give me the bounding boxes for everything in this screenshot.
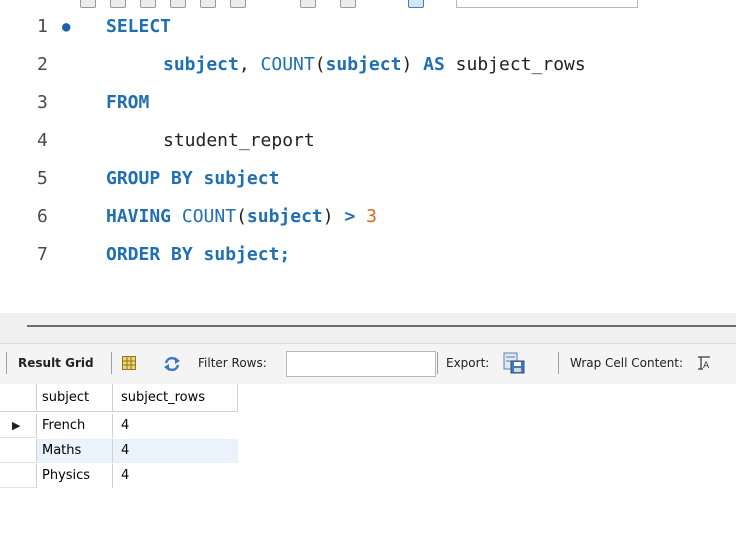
alias-name: subject_rows — [455, 54, 586, 75]
toolbar-limit-field[interactable] — [456, 0, 638, 8]
cell-subject-rows[interactable]: 4 — [113, 414, 238, 438]
column-header-subject-rows[interactable]: subject_rows — [113, 384, 238, 412]
panel-splitter[interactable] — [0, 313, 736, 343]
line-number: 1 — [37, 16, 48, 37]
toolbar-button[interactable] — [80, 0, 96, 8]
toolbar-button[interactable] — [170, 0, 186, 8]
sql-editor[interactable]: 1 ● SELECT 2 subject, COUNT(subject) AS … — [0, 8, 736, 313]
line-number: 3 — [37, 92, 48, 113]
line-number: 5 — [37, 168, 48, 189]
splitter-handle[interactable] — [27, 325, 736, 327]
current-row-arrow-icon: ▶ — [12, 419, 21, 432]
column-header-subject[interactable]: subject — [37, 384, 113, 412]
code-line: 4 student_report — [0, 126, 736, 156]
grid-layout-icon[interactable] — [122, 356, 136, 370]
table-row[interactable]: Maths 4 — [0, 439, 238, 463]
code-line: 1 ● SELECT — [0, 12, 736, 42]
keyword-group-by: GROUP BY — [106, 168, 193, 189]
grid-corner — [0, 384, 37, 412]
toolbar-separator — [437, 352, 438, 374]
code-line: 3 FROM — [0, 88, 736, 118]
keyword-having: HAVING — [106, 206, 172, 227]
toolbar-button[interactable] — [230, 0, 246, 8]
toolbar-button[interactable] — [340, 0, 356, 8]
column-subject: subject — [163, 54, 239, 75]
keyword-select: SELECT — [106, 16, 172, 37]
line-number: 7 — [37, 244, 48, 265]
filter-rows-label: Filter Rows: — [198, 356, 267, 370]
line-number: 6 — [37, 206, 48, 227]
export-label: Export: — [446, 356, 490, 370]
row-gutter[interactable] — [0, 439, 37, 463]
function-count: COUNT — [260, 54, 315, 75]
top-toolbar — [0, 0, 736, 8]
wrap-cell-icon[interactable]: A — [697, 356, 711, 371]
line-number: 4 — [37, 130, 48, 151]
code-line: 5 GROUP BY subject — [0, 164, 736, 194]
keyword-order-by: ORDER BY — [106, 244, 193, 265]
code-line: 2 subject, COUNT(subject) AS subject_row… — [0, 50, 736, 80]
toolbar-separator — [6, 352, 7, 374]
toolbar-separator — [558, 352, 559, 374]
cell-subject[interactable]: Maths — [37, 439, 113, 463]
row-gutter[interactable]: ▶ — [0, 414, 37, 438]
keyword-from: FROM — [106, 92, 150, 113]
line-number: 2 — [37, 54, 48, 75]
result-toolbar: Result Grid Filter Rows: Export: Wrap Ce… — [0, 343, 736, 385]
table-name: student_report — [163, 130, 315, 151]
statement-marker-icon: ● — [62, 19, 71, 35]
refresh-icon[interactable] — [163, 356, 181, 372]
toolbar-separator — [111, 352, 112, 374]
result-grid-tab[interactable]: Result Grid — [18, 356, 94, 370]
svg-text:A: A — [703, 361, 710, 370]
cell-subject-rows[interactable]: 4 — [113, 464, 238, 488]
keyword-as: AS — [423, 54, 445, 75]
filter-rows-input[interactable] — [286, 351, 436, 377]
table-row[interactable]: ▶ French 4 — [0, 414, 238, 438]
function-count: COUNT — [181, 206, 237, 227]
code-line: 7 ORDER BY subject; — [0, 240, 736, 270]
cell-subject-rows[interactable]: 4 — [113, 439, 238, 463]
toolbar-button[interactable] — [200, 0, 216, 8]
wrap-cell-content-label: Wrap Cell Content: — [570, 356, 684, 370]
toolbar-button-active[interactable] — [408, 0, 424, 8]
code-line: 6 HAVING COUNT(subject) > 3 — [0, 202, 736, 232]
table-row[interactable]: Physics 4 — [0, 464, 238, 488]
operator-gt: > — [344, 206, 356, 227]
cell-subject[interactable]: French — [37, 414, 113, 438]
toolbar-button[interactable] — [300, 0, 316, 8]
row-gutter[interactable] — [0, 464, 37, 488]
toolbar-button[interactable] — [140, 0, 156, 8]
cell-subject[interactable]: Physics — [37, 464, 113, 488]
result-grid: subject subject_rows ▶ French 4 Maths 4 … — [0, 384, 736, 543]
number-literal: 3 — [366, 206, 377, 227]
toolbar-button[interactable] — [110, 0, 126, 8]
export-icon[interactable] — [503, 352, 525, 374]
